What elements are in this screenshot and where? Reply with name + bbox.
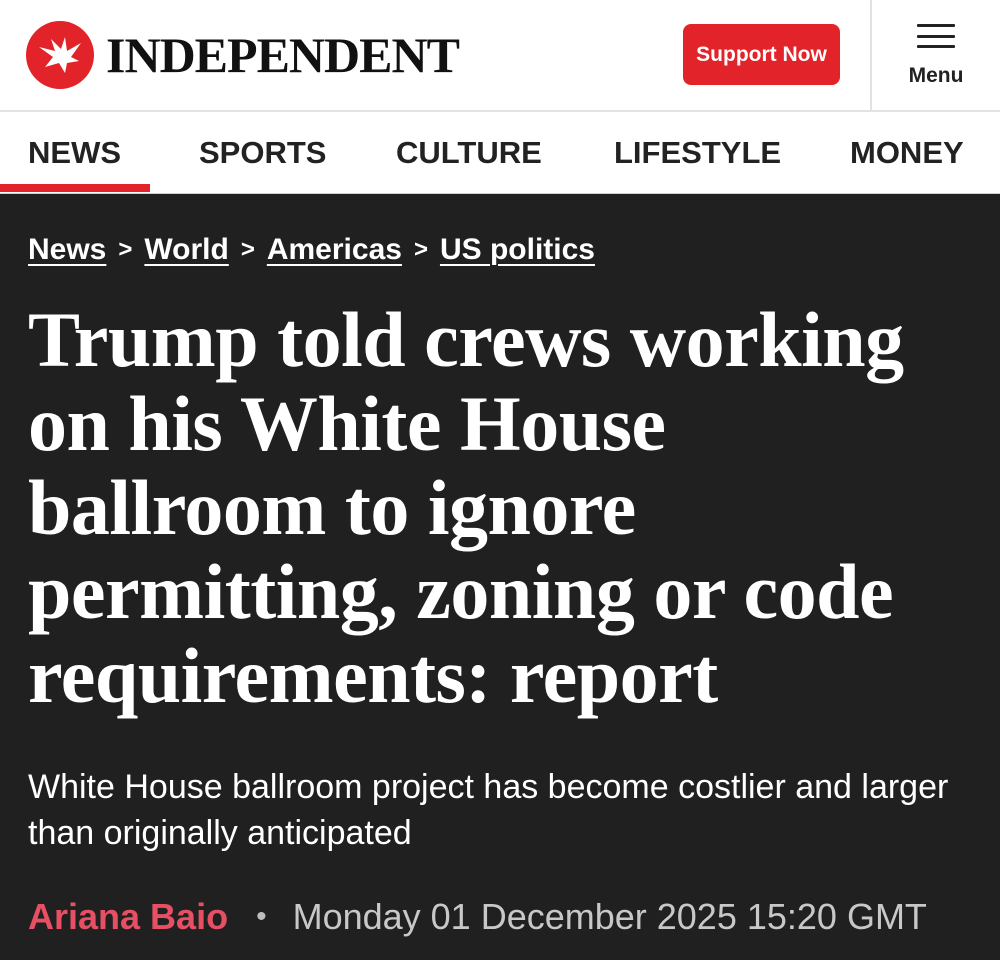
eagle-logo-icon xyxy=(26,21,94,89)
breadcrumb: News > World > Americas > US politics xyxy=(28,228,595,272)
nav-item-money[interactable]: MONEY xyxy=(850,112,964,194)
menu-button[interactable]: Menu xyxy=(872,0,1000,112)
nav-item-sports[interactable]: SPORTS xyxy=(199,112,326,194)
breadcrumb-world[interactable]: World xyxy=(144,233,228,267)
nav-active-indicator xyxy=(0,184,150,192)
publish-date: Monday 01 December 2025 15:20 GMT xyxy=(292,896,927,937)
byline-separator: • xyxy=(256,900,267,933)
breadcrumb-americas[interactable]: Americas xyxy=(267,233,402,267)
hamburger-icon xyxy=(917,24,955,48)
nav-item-news[interactable]: NEWS xyxy=(28,112,121,194)
article-byline: Ariana Baio • Monday 01 December 2025 15… xyxy=(28,892,927,942)
breadcrumb-separator: > xyxy=(118,236,133,263)
author-link[interactable]: Ariana Baio xyxy=(28,896,228,938)
breadcrumb-us-politics[interactable]: US politics xyxy=(440,233,595,267)
breadcrumb-separator: > xyxy=(240,236,255,263)
site-logo[interactable]: INDEPENDENT xyxy=(26,20,460,90)
site-header: INDEPENDENT Support Now Menu xyxy=(0,0,1000,112)
article-headline: Trump told crews working on his White Ho… xyxy=(28,296,904,719)
breadcrumb-news[interactable]: News xyxy=(28,233,106,267)
section-nav: NEWS SPORTS CULTURE LIFESTYLE MONEY xyxy=(0,112,1000,194)
nav-item-lifestyle[interactable]: LIFESTYLE xyxy=(614,112,781,194)
nav-item-culture[interactable]: CULTURE xyxy=(396,112,542,194)
breadcrumb-separator: > xyxy=(413,236,428,263)
menu-label: Menu xyxy=(908,64,964,87)
article-standfirst: White House ballroom project has become … xyxy=(28,768,949,852)
logo-wordmark: INDEPENDENT xyxy=(106,27,460,83)
support-now-button[interactable]: Support Now xyxy=(683,24,840,85)
